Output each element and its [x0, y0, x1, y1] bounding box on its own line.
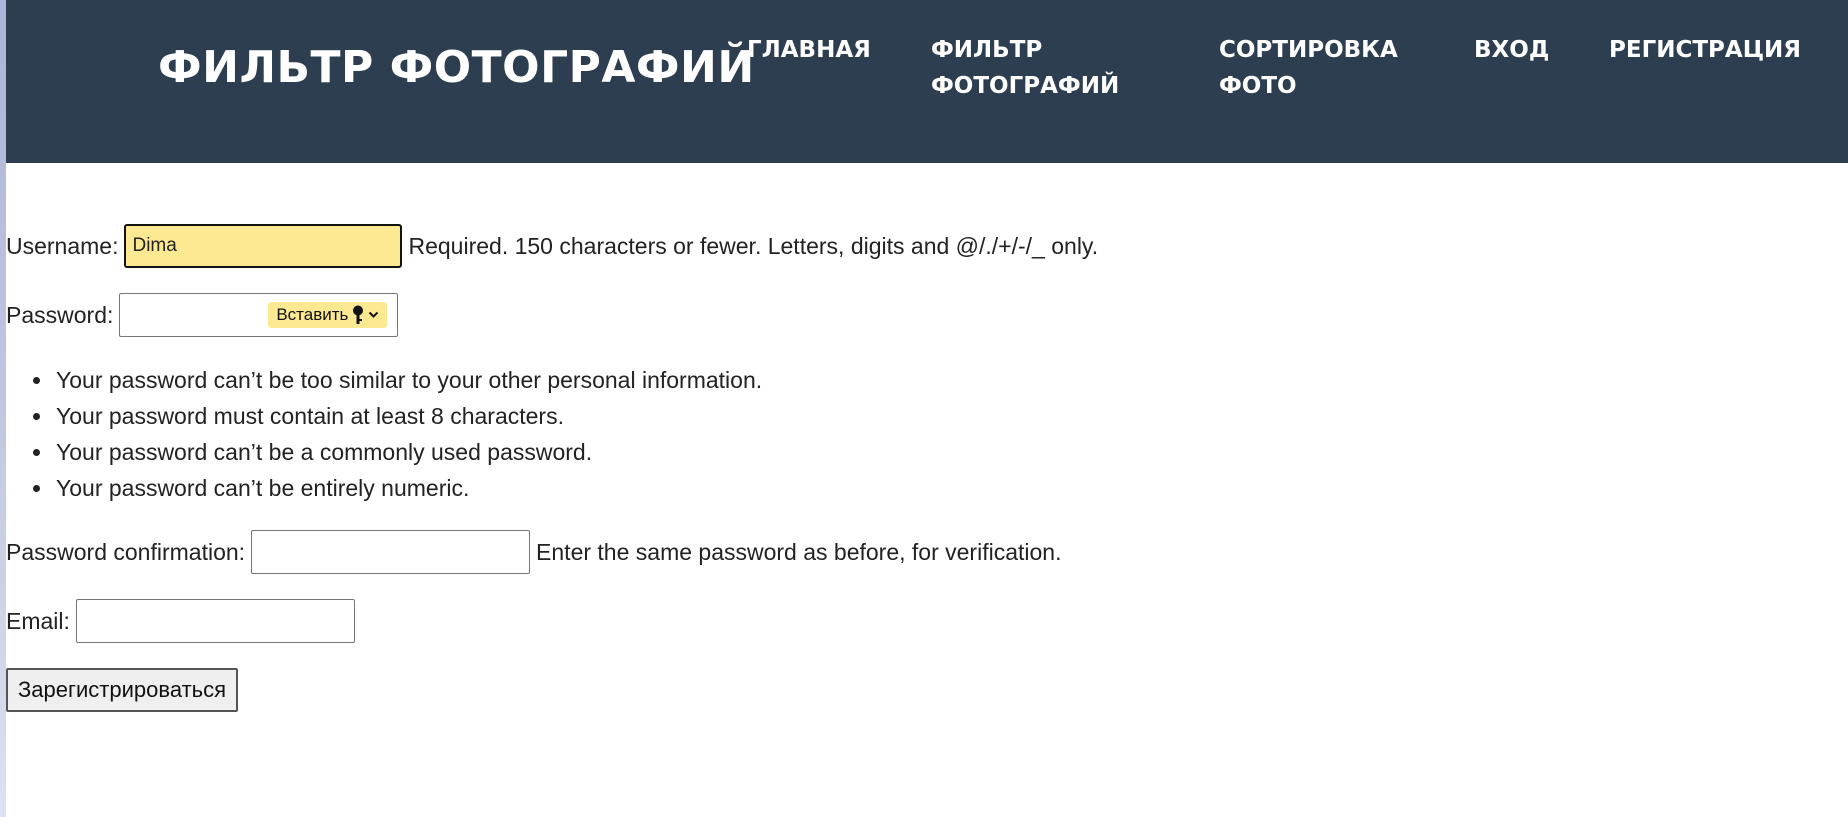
password-confirmation-row: Password confirmation: Enter the same pa…	[6, 530, 1061, 574]
register-submit-button[interactable]: Зарегистрироваться	[6, 668, 239, 712]
username-label: Username:	[6, 232, 119, 259]
password-rules-list: Your password can’t be too similar to yo…	[6, 362, 762, 506]
paste-password-button-label: Вставить	[276, 305, 349, 324]
list-item: Your password can’t be entirely numeric.	[54, 470, 762, 506]
password-input[interactable]: Вставить	[119, 293, 399, 337]
email-label: Email:	[6, 607, 70, 634]
username-help-text: Required. 150 characters or fewer. Lette…	[408, 232, 1099, 259]
list-item: Your password can’t be a commonly used p…	[54, 434, 762, 470]
password-confirmation-help-text: Enter the same password as before, for v…	[536, 538, 1062, 565]
key-icon	[352, 305, 364, 325]
email-input[interactable]	[75, 599, 355, 643]
email-row: Email:	[6, 599, 355, 643]
paste-password-button[interactable]: Вставить	[268, 302, 388, 328]
password-label: Password:	[6, 301, 114, 328]
chevron-down-icon	[368, 311, 379, 319]
list-item: Your password can’t be too similar to yo…	[54, 362, 762, 398]
registration-form: Username: Dima Required. 150 characters …	[6, 0, 1848, 817]
username-input-value: Dima	[132, 235, 177, 256]
password-confirmation-label: Password confirmation:	[6, 538, 246, 565]
password-confirmation-input[interactable]	[251, 530, 531, 574]
password-row: Password: Вставить	[6, 293, 399, 337]
list-item: Your password must contain at least 8 ch…	[54, 398, 762, 434]
username-input[interactable]: Dima	[124, 224, 403, 268]
username-row: Username: Dima Required. 150 characters …	[6, 224, 1098, 268]
